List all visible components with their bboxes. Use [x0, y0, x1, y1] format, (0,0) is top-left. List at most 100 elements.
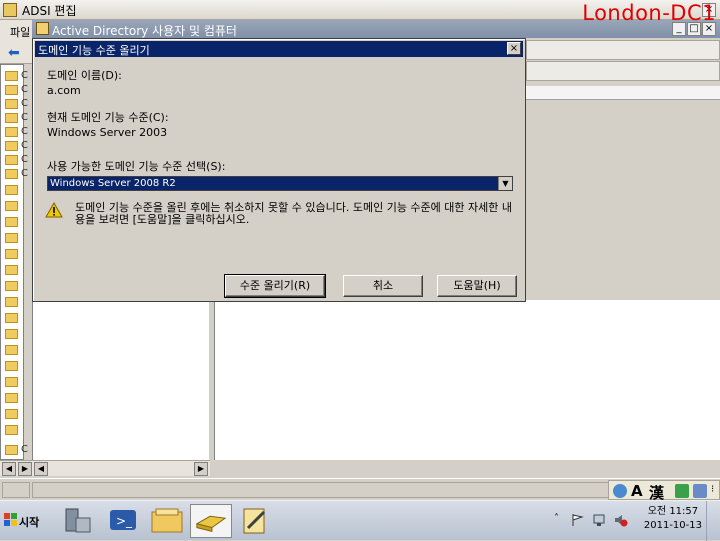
functional-level-select[interactable]: Windows Server 2008 R2 ▼: [47, 176, 513, 191]
svg-text:>_: >_: [116, 514, 133, 528]
tree-item-label[interactable]: C: [21, 168, 28, 179]
taskbar-powershell[interactable]: >_: [102, 504, 144, 538]
taskbar: 시작 >_ ˄ 오전 11:57 2011-10-13: [0, 500, 720, 541]
aduc-toolbar: [526, 61, 720, 81]
taskbar-explorer[interactable]: [146, 504, 188, 538]
folder-icon: [5, 71, 18, 81]
scroll-left-arrow-icon[interactable]: ◀: [2, 462, 16, 476]
input-mode-indicator[interactable]: A: [631, 482, 643, 500]
folder-icon: [5, 345, 18, 355]
help-button[interactable]: 도움말(H): [437, 275, 517, 297]
status-cell: [2, 482, 30, 498]
show-desktop-button[interactable]: [706, 501, 720, 541]
folder-icon: [5, 185, 18, 195]
dialog-title: 도메인 기능 수준 올리기: [38, 44, 150, 57]
list-column-header[interactable]: [526, 86, 720, 100]
folder-explorer-icon: [151, 508, 183, 533]
ime-icon[interactable]: [613, 484, 627, 498]
status-cell: [32, 482, 610, 498]
folder-icon: [5, 249, 18, 259]
scroll-right-arrow-icon[interactable]: ▶: [18, 462, 32, 476]
folder-icon: [5, 281, 18, 291]
folder-icon: [5, 141, 18, 151]
menu-file[interactable]: 파일: [10, 24, 30, 40]
adsi-edit-app-icon: [3, 3, 17, 17]
folder-icon: [5, 217, 18, 227]
language-bar-options-icon[interactable]: ⁝: [711, 484, 714, 495]
scroll-right-arrow-icon[interactable]: ▶: [194, 462, 208, 476]
folder-icon: [5, 155, 18, 165]
language-bar[interactable]: A 漢 ⁝: [608, 480, 720, 502]
adsi-edit-taskbar-icon: [243, 508, 266, 534]
folder-icon: [5, 201, 18, 211]
folder-icon: [5, 85, 18, 95]
action-center-flag-icon[interactable]: [570, 513, 584, 527]
show-hidden-icons-icon[interactable]: ˄: [554, 513, 568, 527]
back-arrow-icon[interactable]: ⬅: [8, 46, 24, 60]
current-level-value: Windows Server 2003: [47, 126, 168, 139]
folder-icon: [5, 313, 18, 323]
folder-icon: [5, 265, 18, 275]
start-button[interactable]: 시작: [2, 509, 46, 533]
clock-date: 2011-10-13: [643, 520, 702, 531]
taskbar-aduc[interactable]: [190, 504, 232, 538]
aduc-detail-pane[interactable]: [214, 300, 720, 460]
windows-logo-icon: [4, 513, 17, 526]
adsi-menu-bar: 파일: [0, 20, 32, 42]
current-level-label: 현재 도메인 기능 수준(C):: [47, 111, 169, 124]
select-level-label: 사용 가능한 도메인 기능 수준 선택(S):: [47, 160, 226, 173]
ime-help-icon[interactable]: [693, 484, 707, 498]
tree-item-label[interactable]: C: [21, 112, 28, 123]
taskbar-adsi-edit[interactable]: [234, 504, 276, 538]
adsi-tree-pane[interactable]: C C C C C C C C C: [0, 64, 28, 460]
horizontal-scrollbar[interactable]: ◀ ▶ ◀ ▶: [0, 460, 210, 476]
server-manager-icon: [65, 508, 91, 533]
scroll-left-arrow-icon[interactable]: ◀: [34, 462, 48, 476]
aduc-menu-bar: [526, 40, 720, 60]
start-label: 시작: [19, 516, 40, 529]
tree-item-label[interactable]: C: [21, 140, 28, 151]
adsi-edit-title: ADSI 편집: [22, 4, 77, 18]
adsi-toolbar: ⬅: [0, 42, 32, 64]
dialog-close-button[interactable]: ×: [507, 42, 521, 55]
tree-item-label[interactable]: C: [21, 154, 28, 165]
chevron-down-icon[interactable]: ▼: [498, 177, 512, 190]
taskbar-server-manager[interactable]: [56, 504, 98, 538]
tree-item-label[interactable]: C: [21, 70, 28, 81]
folder-icon: [5, 169, 18, 179]
dialog-title-bar[interactable]: 도메인 기능 수준 올리기 ×: [35, 41, 523, 57]
tree-item-label[interactable]: C: [21, 126, 28, 137]
volume-muted-icon[interactable]: [614, 513, 628, 527]
raise-domain-functional-level-dialog: 도메인 기능 수준 올리기 × 도메인 이름(D): a.com 현재 도메인 …: [32, 38, 526, 302]
raise-button[interactable]: 수준 올리기(R): [224, 274, 326, 298]
aduc-app-icon: [36, 22, 49, 35]
watermark-label: London-DC1: [582, 1, 716, 25]
warning-icon: [45, 202, 63, 218]
tree-item-label[interactable]: C: [21, 84, 28, 95]
clock-ampm: 오전: [647, 506, 667, 517]
folder-icon: [5, 297, 18, 307]
folder-icon: [5, 329, 18, 339]
tree-item-label[interactable]: C: [21, 444, 28, 455]
ime-tool-icon[interactable]: [675, 484, 689, 498]
clock-time: 11:57: [669, 506, 699, 517]
aduc-title: Active Directory 사용자 및 컴퓨터: [52, 24, 237, 38]
select-value: Windows Server 2008 R2: [50, 178, 176, 189]
folder-icon: [5, 425, 18, 435]
folder-icon: [5, 361, 18, 371]
folder-icon: [5, 377, 18, 387]
warning-text: 도메인 기능 수준을 올린 후에는 취소하지 못할 수 있습니다. 도메인 기능…: [75, 201, 513, 226]
folder-icon: [5, 445, 18, 455]
folder-icon: [5, 393, 18, 403]
aduc-tree-pane[interactable]: [32, 300, 210, 460]
network-icon[interactable]: [592, 513, 606, 527]
folder-icon: [5, 113, 18, 123]
folder-icon: [5, 127, 18, 137]
taskbar-clock[interactable]: 오전 11:57 2011-10-13: [644, 505, 702, 533]
powershell-icon: >_: [110, 510, 136, 530]
folder-icon: [5, 99, 18, 109]
folder-icon: [5, 233, 18, 243]
tree-item-label[interactable]: C: [21, 98, 28, 109]
folder-icon: [5, 409, 18, 419]
cancel-button[interactable]: 취소: [343, 275, 423, 297]
